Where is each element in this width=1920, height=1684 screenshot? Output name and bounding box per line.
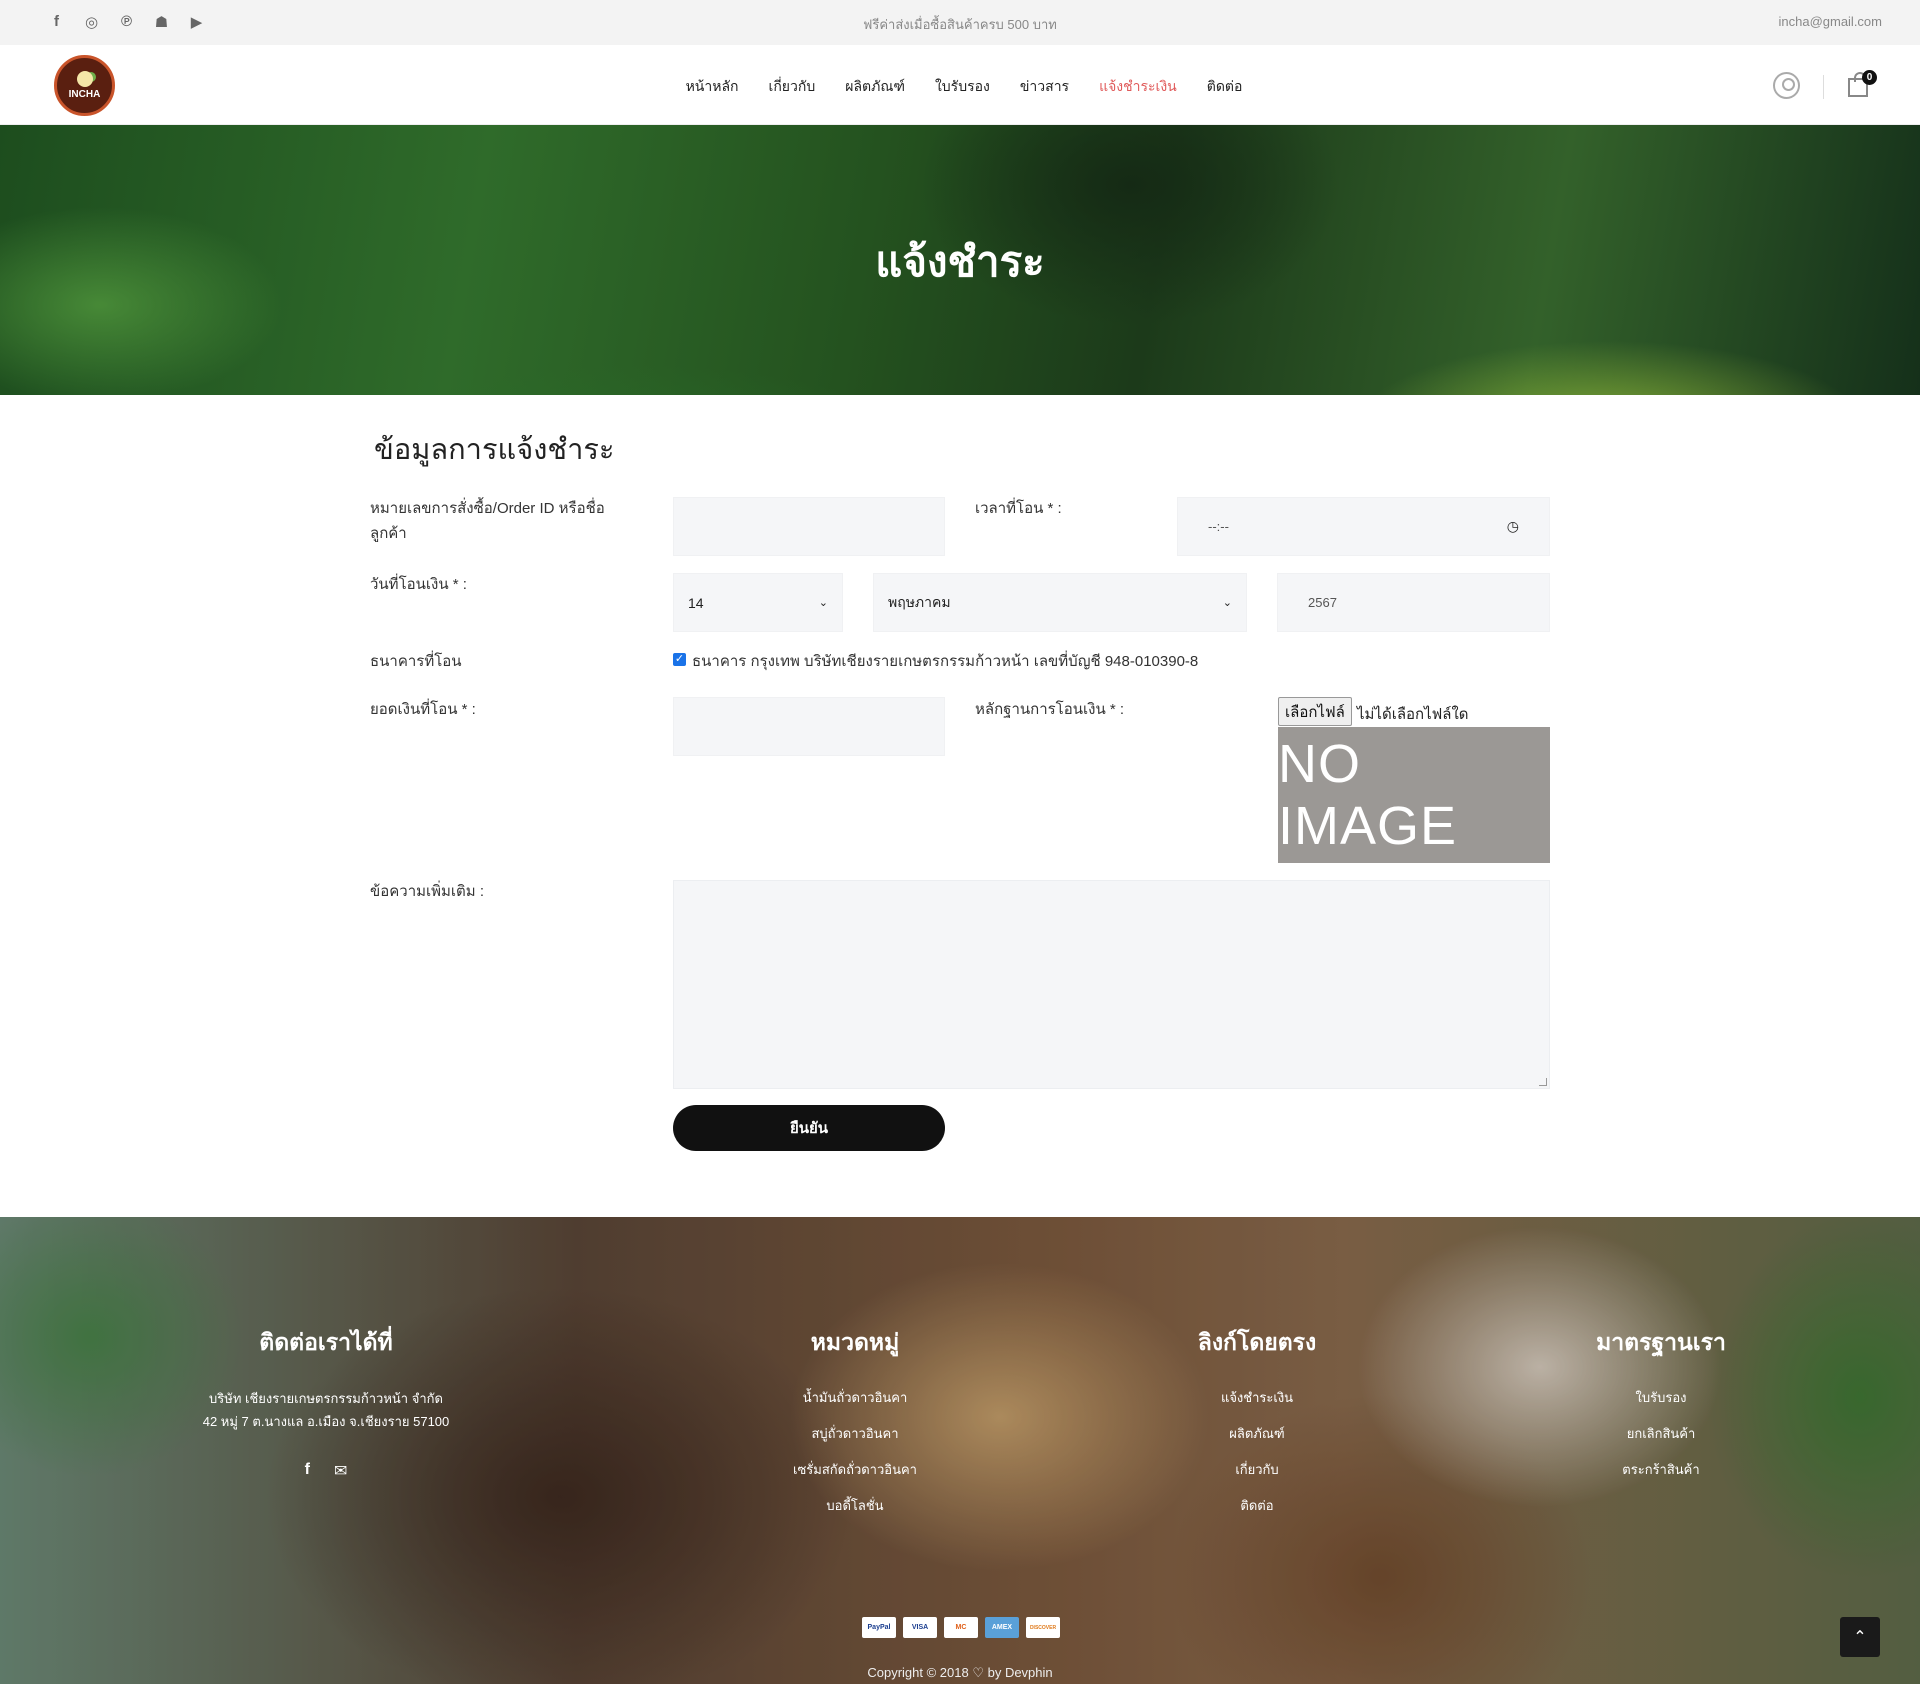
cart-count-badge: 0 <box>1862 70 1877 85</box>
double-chevron-up-icon: ⌃ <box>1853 1629 1867 1646</box>
footer-contact-title: ติดต่อเราได้ที่ <box>259 1329 393 1355</box>
copyright-text: Copyright © 2018 ♡ by Devphin <box>867 1665 1053 1680</box>
footer-contact: ติดต่อเราได้ที่ บริษัท เชียงรายเกษตรกรรม… <box>186 1325 466 1481</box>
user-account-icon[interactable] <box>1773 72 1800 99</box>
mastercard-icon: MC <box>944 1617 978 1638</box>
payment-methods: PayPal VISA MC AMEX DISCOVER <box>862 1617 1060 1638</box>
message-label: ข้อความเพิ่มเติม : <box>370 883 485 900</box>
facebook-icon[interactable]: f <box>305 1461 310 1481</box>
order-id-label-line2: ลูกค้า <box>370 525 407 542</box>
footer-standards-link[interactable]: ยกเลิกสินค้า <box>1561 1423 1761 1444</box>
discover-icon: DISCOVER <box>1026 1617 1060 1638</box>
footer-standards-title: มาตรฐานเรา <box>1596 1329 1726 1355</box>
main-header: INCHA หน้าหลัก เกี่ยวกับ ผลิตภัณฑ์ ใบรับ… <box>0 45 1920 125</box>
resize-handle-icon[interactable] <box>1539 1078 1547 1086</box>
footer-standards: มาตรฐานเรา ใบรับรอง ยกเลิกสินค้า ตระกร้า… <box>1561 1325 1761 1495</box>
amount-label: ยอดเงินที่โอน * : <box>370 701 476 718</box>
footer-direct-link[interactable]: ติดต่อ <box>1157 1495 1357 1516</box>
footer-direct-links: ลิงก์โดยตรง แจ้งชำระเงิน ผลิตภัณฑ์ เกี่ย… <box>1157 1325 1357 1531</box>
envelope-icon[interactable]: ✉ <box>334 1461 347 1481</box>
page-hero-banner: แจ้งชำระ <box>0 125 1920 395</box>
page-title: แจ้งชำระ <box>875 238 1045 285</box>
order-id-label-line1: หมายเลขการสั่งซื้อ/Order ID หรือชื่อ <box>370 500 605 517</box>
footer-categories: หมวดหมู่ น้ำมันถั่วดาวอินคา สบู่ถั่วดาวอ… <box>755 1325 955 1531</box>
nav-products[interactable]: ผลิตภัณฑ์ <box>845 76 905 98</box>
footer-direct-link[interactable]: เกี่ยวกับ <box>1157 1459 1357 1480</box>
amex-icon: AMEX <box>985 1617 1019 1638</box>
footer-standards-link[interactable]: ใบรับรอง <box>1561 1387 1761 1408</box>
footer-links-title: ลิงก์โดยตรง <box>1197 1329 1317 1355</box>
month-value: พฤษภาคม <box>888 593 951 610</box>
bank-checkbox[interactable]: ✓ <box>673 653 686 666</box>
contact-email[interactable]: incha@gmail.com <box>1778 14 1882 29</box>
bank-label: ธนาคารที่โอน <box>370 653 462 670</box>
day-value: 14 <box>688 594 704 611</box>
footer-category-link[interactable]: เซรั่มสกัดถั่วดาวอินคา <box>755 1459 955 1480</box>
header-divider <box>1823 75 1824 99</box>
transfer-time-input[interactable]: --:-- ◷ <box>1177 497 1550 556</box>
nav-contact[interactable]: ติดต่อ <box>1207 76 1243 98</box>
day-select[interactable]: 14 ⌄ <box>673 573 843 632</box>
chevron-down-icon: ⌄ <box>1222 597 1232 609</box>
footer-address-line2: 42 หมู่ 7 ต.นางแล อ.เมือง จ.เชียงราย 571… <box>202 1414 450 1429</box>
visa-icon: VISA <box>903 1617 937 1638</box>
footer-standards-link[interactable]: ตระกร้าสินค้า <box>1561 1459 1761 1480</box>
year-input[interactable]: 2567 <box>1277 573 1550 632</box>
proof-label: หลักฐานการโอนเงิน * : <box>975 701 1125 718</box>
bank-option-text: ธนาคาร กรุงเทพ บริษัทเชียงรายเกษตรกรรมก้… <box>692 653 1199 670</box>
submit-button[interactable]: ยืนยัน <box>673 1105 945 1151</box>
nav-payment-notify[interactable]: แจ้งชำระเงิน <box>1099 76 1177 98</box>
file-status-text: ไม่ได้เลือกไฟล์ใด <box>1357 706 1469 723</box>
order-id-input[interactable] <box>673 497 945 556</box>
time-placeholder: --:-- <box>1208 519 1229 534</box>
nav-about[interactable]: เกี่ยวกับ <box>769 76 816 98</box>
site-footer: ติดต่อเราได้ที่ บริษัท เชียงรายเกษตรกรรม… <box>0 1217 1920 1684</box>
nav-certificates[interactable]: ใบรับรอง <box>935 76 990 98</box>
amount-input[interactable] <box>673 697 945 756</box>
main-nav: หน้าหลัก เกี่ยวกับ ผลิตภัณฑ์ ใบรับรอง ข่… <box>0 76 1920 98</box>
footer-category-link[interactable]: บอดี้โลชั่น <box>755 1495 955 1516</box>
footer-contact-icons: f ✉ <box>186 1461 466 1481</box>
month-select[interactable]: พฤษภาคม ⌄ <box>873 573 1247 632</box>
paypal-icon: PayPal <box>862 1617 896 1638</box>
footer-direct-link[interactable]: ผลิตภัณฑ์ <box>1157 1423 1357 1444</box>
back-to-top-button[interactable]: ⌃ <box>1840 1617 1880 1657</box>
footer-categories-title: หมวดหมู่ <box>810 1329 900 1355</box>
footer-direct-link[interactable]: แจ้งชำระเงิน <box>1157 1387 1357 1408</box>
message-textarea[interactable] <box>673 880 1550 1089</box>
nav-news[interactable]: ข่าวสาร <box>1020 76 1069 98</box>
clock-icon[interactable]: ◷ <box>1507 518 1519 535</box>
promo-text: ฟรีค่าส่งเมื่อซื้อสินค้าครบ 500 บาท <box>863 17 1057 32</box>
footer-address-line1: บริษัท เชียงรายเกษตรกรรมก้าวหน้า จำกัด <box>209 1391 443 1406</box>
transfer-date-label: วันที่โอนเงิน * : <box>370 576 467 593</box>
choose-file-button[interactable]: เลือกไฟล์ <box>1278 697 1352 726</box>
footer-category-link[interactable]: น้ำมันถั่วดาวอินคา <box>755 1387 955 1408</box>
chevron-down-icon: ⌄ <box>818 597 828 609</box>
order-id-label: หมายเลขการสั่งซื้อ/Order ID หรือชื่อ ลูก… <box>370 496 630 546</box>
form-title: ข้อมูลการแจ้งชำระ <box>374 434 615 466</box>
footer-category-link[interactable]: สบู่ถั่วดาวอินคา <box>755 1423 955 1444</box>
nav-home[interactable]: หน้าหลัก <box>686 76 739 98</box>
proof-image-placeholder: NO IMAGE <box>1278 727 1550 863</box>
transfer-time-label: เวลาที่โอน * : <box>975 500 1062 517</box>
top-bar: f ◎ ℗ ☗ ▶ ฟรีค่าส่งเมื่อซื้อสินค้าครบ 50… <box>0 0 1920 45</box>
